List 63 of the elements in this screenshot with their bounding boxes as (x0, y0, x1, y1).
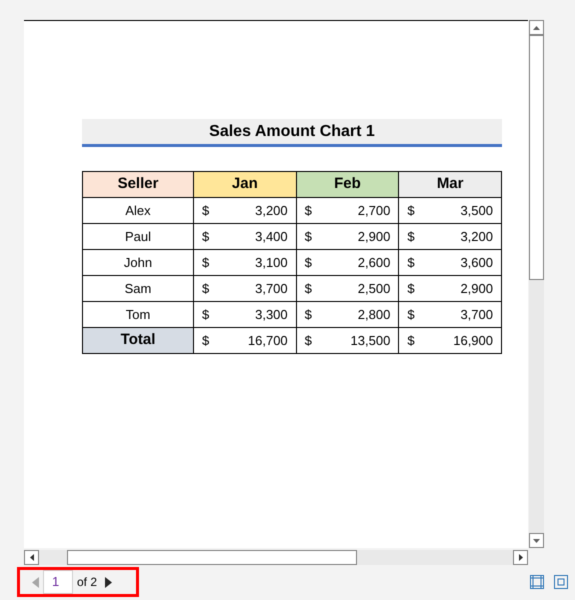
amount-value: 3,400 (255, 228, 288, 246)
currency-sign: $ (202, 280, 210, 298)
down-triangle-icon (533, 538, 540, 542)
currency-sign: $ (407, 332, 415, 350)
amount-value: 2,900 (460, 280, 493, 298)
scroll-up-button[interactable] (529, 20, 544, 35)
left-triangle-icon (30, 554, 34, 561)
currency-sign: $ (202, 254, 210, 272)
seller-cell: Paul (82, 224, 194, 250)
right-triangle-icon (518, 554, 522, 561)
amount-value: 3,600 (460, 254, 493, 272)
scroll-left-button[interactable] (24, 550, 39, 565)
currency-sign: $ (304, 306, 312, 324)
column-header: Mar (398, 172, 502, 198)
column-header: Seller (82, 172, 194, 198)
horizontal-scrollbar[interactable] (24, 550, 528, 565)
scroll-thumb[interactable] (67, 550, 357, 565)
scroll-right-button[interactable] (513, 550, 528, 565)
vertical-scrollbar[interactable] (529, 20, 544, 548)
seller-cell: John (82, 250, 194, 276)
amount-value: 13,500 (350, 332, 390, 350)
amount-value: 3,500 (460, 202, 493, 220)
amount-value: 3,300 (255, 306, 288, 324)
amount-value: 2,600 (358, 254, 390, 272)
up-triangle-icon (533, 26, 540, 30)
seller-cell: Sam (82, 276, 194, 302)
amount-value: 3,200 (460, 228, 493, 246)
chart-title: Sales Amount Chart 1 (82, 119, 502, 147)
total-label-cell: Total (82, 328, 194, 354)
currency-sign: $ (304, 332, 312, 350)
currency-sign: $ (407, 254, 415, 272)
next-page-button[interactable] (105, 576, 112, 588)
currency-sign: $ (202, 202, 210, 220)
amount-value: 2,700 (358, 202, 390, 220)
zoom-to-page-icon[interactable] (554, 575, 568, 589)
amount-value: 2,800 (358, 306, 390, 324)
currency-sign: $ (304, 280, 312, 298)
currency-sign: $ (407, 280, 415, 298)
amount-value: 2,500 (358, 280, 390, 298)
amount-value: 2,900 (358, 228, 390, 246)
currency-sign: $ (202, 332, 210, 350)
amount-value: 3,200 (255, 202, 288, 220)
page-count: of 2 (77, 574, 98, 591)
amount-value: 3,100 (255, 254, 288, 272)
show-margins-icon[interactable] (530, 575, 544, 589)
amount-value: 16,700 (248, 332, 288, 350)
currency-sign: $ (304, 202, 312, 220)
amount-value: 3,700 (255, 280, 288, 298)
scroll-down-button[interactable] (529, 533, 544, 548)
currency-sign: $ (202, 228, 210, 246)
currency-sign: $ (407, 228, 415, 246)
page-number-field[interactable]: 1 (43, 570, 73, 594)
currency-sign: $ (407, 306, 415, 324)
scroll-thumb[interactable] (529, 35, 544, 280)
currency-sign: $ (304, 228, 312, 246)
amount-value: 3,700 (460, 306, 493, 324)
currency-sign: $ (304, 254, 312, 272)
column-header: Feb (296, 172, 399, 198)
seller-cell: Alex (82, 198, 194, 224)
currency-sign: $ (407, 202, 415, 220)
currency-sign: $ (202, 306, 210, 324)
column-header: Jan (194, 172, 296, 198)
amount-value: 16,900 (453, 332, 493, 350)
